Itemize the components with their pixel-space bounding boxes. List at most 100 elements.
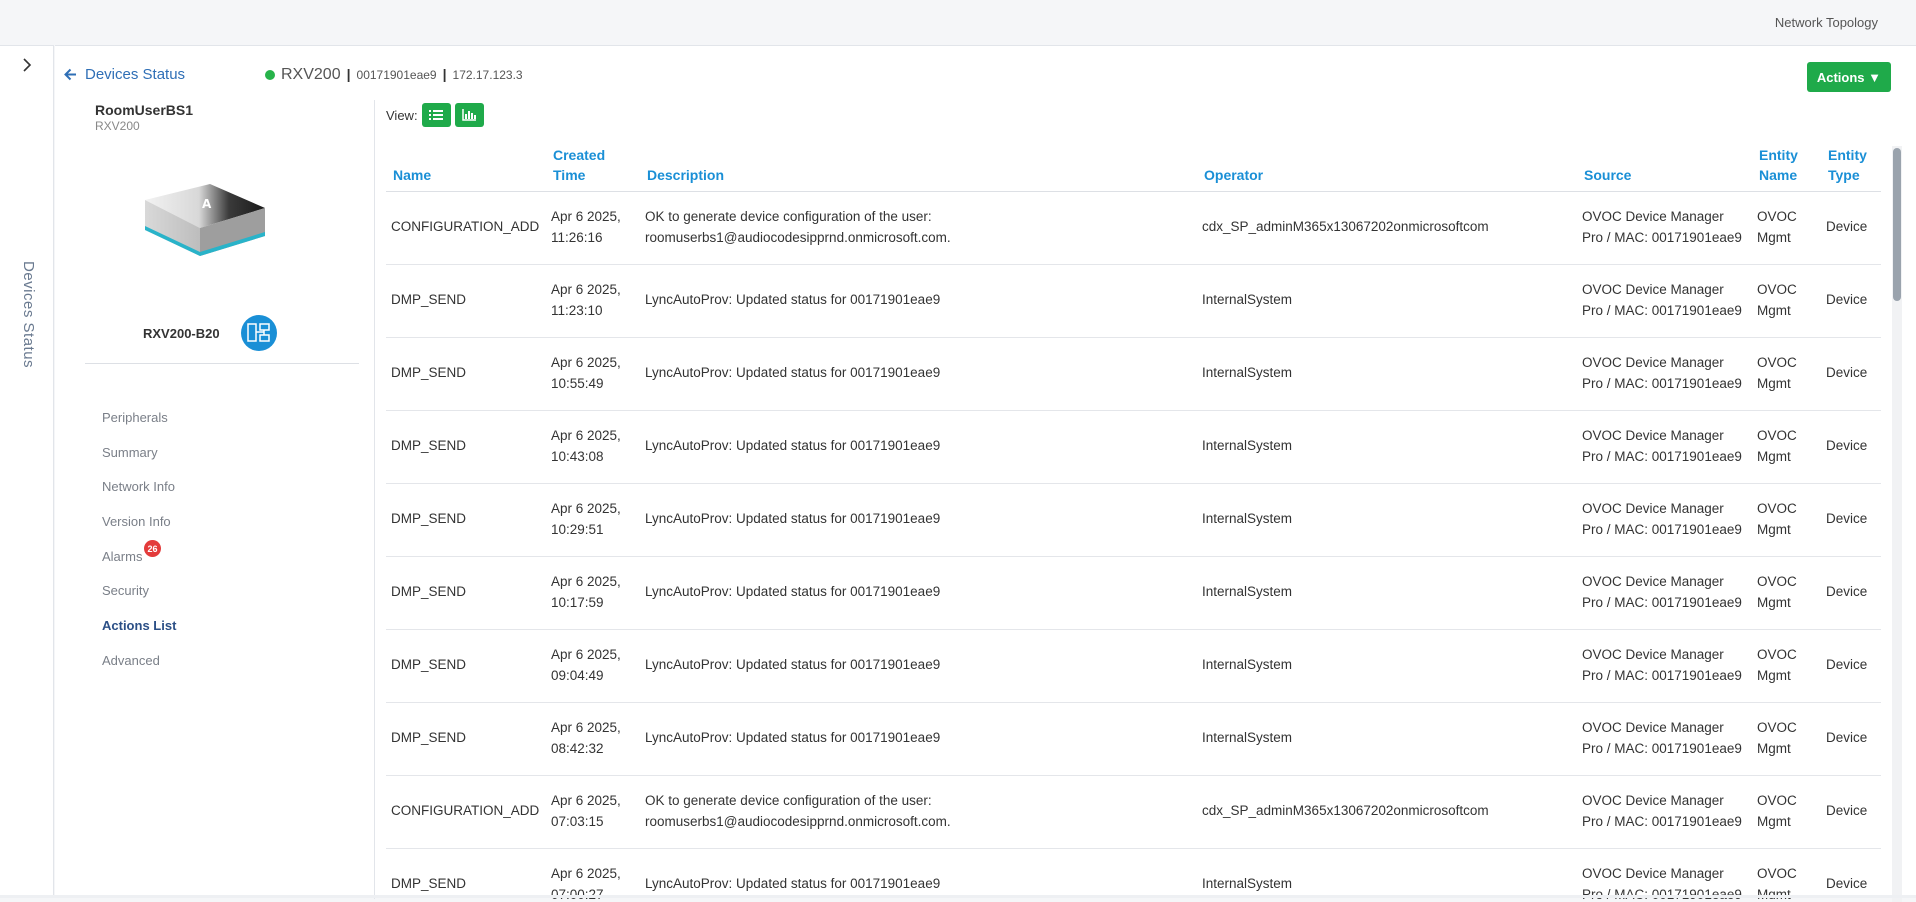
- table-row[interactable]: DMP_SEND Apr 6 2025, 11:23:10 LyncAutoPr…: [386, 264, 1881, 337]
- cell-source: OVOC Device Manager Pro / MAC: 00171901e…: [1577, 264, 1752, 337]
- cell-entity-type: Device: [1821, 775, 1881, 848]
- cell-created-time: Apr 6 2025, 10:29:51: [546, 483, 640, 556]
- cell-source: OVOC Device Manager Pro / MAC: 00171901e…: [1577, 337, 1752, 410]
- list-view-icon: [429, 109, 443, 121]
- cell-created-time: Apr 6 2025, 11:26:16: [546, 191, 640, 264]
- menu-item-advanced[interactable]: Advanced: [102, 653, 160, 668]
- cell-name: CONFIGURATION_ADD: [386, 775, 546, 848]
- view-label: View:: [386, 108, 418, 123]
- column-header-entity-name[interactable]: Entity Name: [1752, 143, 1821, 191]
- menu-item-alarms[interactable]: Alarms 26: [102, 549, 142, 564]
- cell-entity-type: Device: [1821, 410, 1881, 483]
- cell-description: LyncAutoProv: Updated status for 0017190…: [640, 556, 1197, 629]
- cell-operator: InternalSystem: [1197, 702, 1577, 775]
- network-topology-icon: [247, 322, 271, 344]
- cell-source: OVOC Device Manager Pro / MAC: 00171901e…: [1577, 483, 1752, 556]
- cell-source: OVOC Device Manager Pro / MAC: 00171901e…: [1577, 410, 1752, 483]
- cell-entity-name: OVOC Mgmt: [1752, 264, 1821, 337]
- cell-entity-type: Device: [1821, 337, 1881, 410]
- cell-entity-name: OVOC Mgmt: [1752, 556, 1821, 629]
- menu-item-security[interactable]: Security: [102, 583, 149, 598]
- cell-name: DMP_SEND: [386, 410, 546, 483]
- cell-entity-name: OVOC Mgmt: [1752, 191, 1821, 264]
- table-row[interactable]: DMP_SEND Apr 6 2025, 10:17:59 LyncAutoPr…: [386, 556, 1881, 629]
- device-label: RXV200-B20: [143, 326, 220, 341]
- device-image: A: [140, 178, 270, 268]
- menu-item-summary[interactable]: Summary: [102, 445, 158, 460]
- back-to-devices-status[interactable]: Devices Status: [64, 66, 185, 83]
- column-header-source[interactable]: Source: [1577, 143, 1752, 191]
- rail-label[interactable]: Devices Status: [20, 261, 37, 368]
- scrollbar-thumb[interactable]: [1893, 148, 1901, 301]
- svg-text:A: A: [202, 197, 212, 211]
- actions-table-container: Name Created Time Description Operator S…: [386, 143, 1881, 899]
- cell-name: DMP_SEND: [386, 702, 546, 775]
- cell-entity-type: Device: [1821, 702, 1881, 775]
- cell-entity-name: OVOC Mgmt: [1752, 410, 1821, 483]
- cell-name: DMP_SEND: [386, 556, 546, 629]
- back-label: Devices Status: [85, 66, 185, 83]
- table-row[interactable]: DMP_SEND Apr 6 2025, 10:43:08 LyncAutoPr…: [386, 410, 1881, 483]
- cell-entity-name: OVOC Mgmt: [1752, 629, 1821, 702]
- cell-entity-type: Device: [1821, 629, 1881, 702]
- network-topology-button[interactable]: [241, 315, 277, 351]
- actions-table: Name Created Time Description Operator S…: [386, 143, 1881, 899]
- device-name: RoomUserBS1: [95, 102, 193, 118]
- cell-created-time: Apr 6 2025, 10:55:49: [546, 337, 640, 410]
- chart-view-button[interactable]: [455, 103, 484, 127]
- cell-entity-type: Device: [1821, 483, 1881, 556]
- cell-entity-type: Device: [1821, 191, 1881, 264]
- device-identity: RXV200 | 00171901eae9 | 172.17.123.3: [265, 66, 523, 84]
- cell-source: OVOC Device Manager Pro / MAC: 00171901e…: [1577, 556, 1752, 629]
- cell-description: LyncAutoProv: Updated status for 0017190…: [640, 629, 1197, 702]
- list-view-button[interactable]: [422, 103, 451, 127]
- table-row[interactable]: CONFIGURATION_ADD Apr 6 2025, 07:03:15 O…: [386, 775, 1881, 848]
- view-switcher: View:: [386, 103, 484, 127]
- cell-entity-name: OVOC Mgmt: [1752, 848, 1821, 899]
- column-header-entity-type[interactable]: Entity Type: [1821, 143, 1881, 191]
- menu-item-actions-list[interactable]: Actions List: [102, 618, 176, 633]
- cell-source: OVOC Device Manager Pro / MAC: 00171901e…: [1577, 191, 1752, 264]
- table-row[interactable]: CONFIGURATION_ADD Apr 6 2025, 11:26:16 O…: [386, 191, 1881, 264]
- cell-operator: InternalSystem: [1197, 556, 1577, 629]
- cell-description: OK to generate device configuration of t…: [640, 191, 1197, 264]
- cell-name: DMP_SEND: [386, 264, 546, 337]
- cell-operator: cdx_SP_adminM365x13067202onmicrosoftcom: [1197, 775, 1577, 848]
- left-rail: Devices Status: [0, 45, 54, 898]
- menu-item-peripherals[interactable]: Peripherals: [102, 410, 168, 425]
- table-row[interactable]: DMP_SEND Apr 6 2025, 08:42:32 LyncAutoPr…: [386, 702, 1881, 775]
- table-row[interactable]: DMP_SEND Apr 6 2025, 07:00:27 LyncAutoPr…: [386, 848, 1881, 899]
- cell-name: DMP_SEND: [386, 629, 546, 702]
- cell-created-time: Apr 6 2025, 07:00:27: [546, 848, 640, 899]
- table-row[interactable]: DMP_SEND Apr 6 2025, 09:04:49 LyncAutoPr…: [386, 629, 1881, 702]
- table-row[interactable]: DMP_SEND Apr 6 2025, 10:29:51 LyncAutoPr…: [386, 483, 1881, 556]
- cell-description: LyncAutoProv: Updated status for 0017190…: [640, 702, 1197, 775]
- chevron-right-icon[interactable]: [20, 58, 34, 72]
- cell-entity-type: Device: [1821, 264, 1881, 337]
- table-row[interactable]: DMP_SEND Apr 6 2025, 10:55:49 LyncAutoPr…: [386, 337, 1881, 410]
- cell-operator: InternalSystem: [1197, 264, 1577, 337]
- cell-operator: InternalSystem: [1197, 483, 1577, 556]
- network-topology-link[interactable]: Network Topology: [1775, 15, 1878, 30]
- device-type: RXV200: [95, 119, 140, 133]
- menu-item-version-info[interactable]: Version Info: [102, 514, 171, 529]
- column-header-name[interactable]: Name: [386, 143, 546, 191]
- actions-button[interactable]: Actions ▼: [1807, 62, 1891, 92]
- table-scrollbar[interactable]: [1892, 146, 1902, 902]
- cell-operator: cdx_SP_adminM365x13067202onmicrosoftcom: [1197, 191, 1577, 264]
- actions-list-content: View:: [375, 100, 1916, 898]
- cell-entity-type: Device: [1821, 556, 1881, 629]
- cell-description: OK to generate device configuration of t…: [640, 775, 1197, 848]
- table-header-row: Name Created Time Description Operator S…: [386, 143, 1881, 191]
- actions-label: Actions ▼: [1817, 70, 1881, 85]
- cell-created-time: Apr 6 2025, 11:23:10: [546, 264, 640, 337]
- menu-item-network-info[interactable]: Network Info: [102, 479, 175, 494]
- column-header-operator[interactable]: Operator: [1197, 143, 1577, 191]
- column-header-created-time[interactable]: Created Time: [546, 143, 640, 191]
- sidebar-divider: [85, 363, 359, 364]
- column-header-description[interactable]: Description: [640, 143, 1197, 191]
- cell-source: OVOC Device Manager Pro / MAC: 00171901e…: [1577, 775, 1752, 848]
- device-ip: 172.17.123.3: [453, 68, 523, 82]
- cell-description: LyncAutoProv: Updated status for 0017190…: [640, 337, 1197, 410]
- device-mac: 00171901eae9: [357, 68, 437, 82]
